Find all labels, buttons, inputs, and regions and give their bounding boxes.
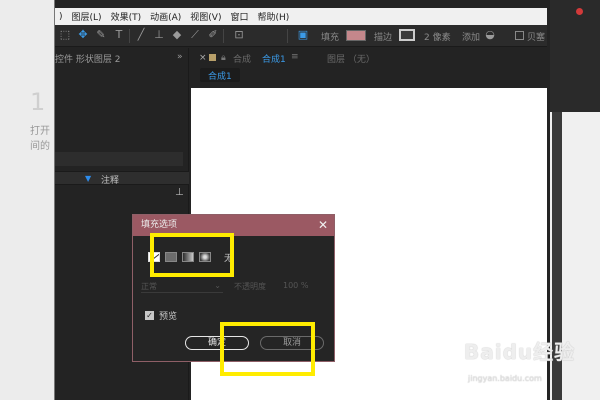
text-icon[interactable]: T (113, 29, 125, 41)
expand-arrow-icon[interactable]: ▼ (85, 174, 91, 183)
clone-stamp-icon[interactable]: ⊥ (153, 29, 165, 41)
stroke-label[interactable]: 描边 (374, 30, 392, 43)
tab-composition[interactable]: 合成1 (262, 52, 286, 65)
menu-bar: ) 图层(L) 效果(T) 动画(A) 视图(V) 窗口 帮助(H) (55, 8, 547, 25)
opacity-label: 不透明度 (234, 282, 266, 291)
menu-item-layer[interactable]: 图层(L) (72, 10, 102, 23)
puppet-pin-icon[interactable]: ✐ (207, 29, 219, 41)
blend-mode-value: 正常 (141, 282, 157, 291)
panel-row (55, 152, 183, 166)
pointer-icon[interactable]: ⬚ (59, 29, 71, 41)
selection-tool-icon[interactable]: ✥ (77, 29, 89, 41)
preview-label: 预览 (159, 312, 178, 322)
shape-mask-icon[interactable]: ▣ (297, 29, 309, 41)
background-text-line: 间的 (30, 141, 50, 152)
stroke-width-value[interactable]: 2 像素 (424, 30, 451, 43)
composition-tab-prefix[interactable]: 合成 (233, 52, 251, 65)
menu-item-view[interactable]: 视图(V) (190, 10, 221, 23)
bezier-label: 贝塞 (527, 33, 546, 43)
hierarchy-icon[interactable]: ⊥ (175, 187, 184, 198)
composition-icon (209, 54, 216, 61)
menu-item-fragment[interactable]: ) (59, 12, 63, 22)
close-icon[interactable]: ✕ (318, 218, 328, 232)
chevron-down-icon: ⌄ (214, 281, 221, 290)
pen-icon[interactable]: ✎ (95, 29, 107, 41)
fill-color-swatch[interactable] (346, 30, 366, 41)
lock-icon[interactable]: 🔒︎ (221, 53, 226, 63)
background-page-left (0, 0, 58, 400)
toolbar-divider (129, 29, 130, 43)
preview-checkbox[interactable]: ✓ (145, 311, 154, 320)
menu-item-help[interactable]: 帮助(H) (257, 10, 289, 23)
background-text-line: 打开 (30, 126, 50, 137)
effect-controls-tab[interactable]: 控件 形状图层 2 (55, 52, 120, 65)
toolbar-divider (287, 29, 288, 43)
background-heading: 1 (30, 88, 46, 116)
tab-layer[interactable]: 图层 （无） (327, 52, 375, 65)
close-icon[interactable]: × (199, 53, 207, 63)
highlight-box-ok-button (220, 322, 315, 376)
annotation-section-label: 注释 (101, 176, 120, 186)
opacity-value[interactable]: 100 % (283, 281, 308, 290)
notification-dot (576, 8, 583, 15)
tools-toolbar: ⬚ ✥ ✎ T ╱ ⊥ ◆ ⟋ ✐ ⊡ ▣ 填充 描边 2 像素 添加 ◒ 贝塞 (55, 25, 547, 47)
tab-menu-icon[interactable]: ≡ (291, 52, 299, 62)
panel-header-row (55, 171, 189, 185)
highlight-box-fill-type (150, 233, 234, 277)
fill-label[interactable]: 填充 (321, 30, 339, 43)
bezier-checkbox[interactable] (515, 31, 524, 40)
menu-item-animation[interactable]: 动画(A) (150, 10, 181, 23)
add-label[interactable]: 添加 (462, 30, 480, 43)
blend-mode-select[interactable]: 正常 ⌄ (141, 281, 223, 293)
watermark-logo: Baidu经验 (464, 340, 576, 364)
menu-item-window[interactable]: 窗口 (230, 10, 248, 23)
composition-breadcrumb[interactable]: 合成1 (200, 68, 240, 82)
roto-icon[interactable]: ⟋ (189, 29, 201, 41)
eraser-icon[interactable]: ◆ (171, 29, 183, 41)
brush-icon[interactable]: ╱ (135, 29, 147, 41)
background-dark-strip (548, 0, 600, 112)
stroke-color-swatch[interactable] (399, 29, 415, 41)
menu-item-effect[interactable]: 效果(T) (111, 10, 142, 23)
panel-collapse-icon[interactable]: » (177, 52, 183, 62)
snap-icon[interactable]: ⊡ (233, 29, 245, 41)
watermark-url: jingyan.baidu.com (468, 374, 542, 383)
toolbar-divider (223, 29, 224, 43)
add-dropdown-icon[interactable]: ◒ (484, 29, 496, 41)
